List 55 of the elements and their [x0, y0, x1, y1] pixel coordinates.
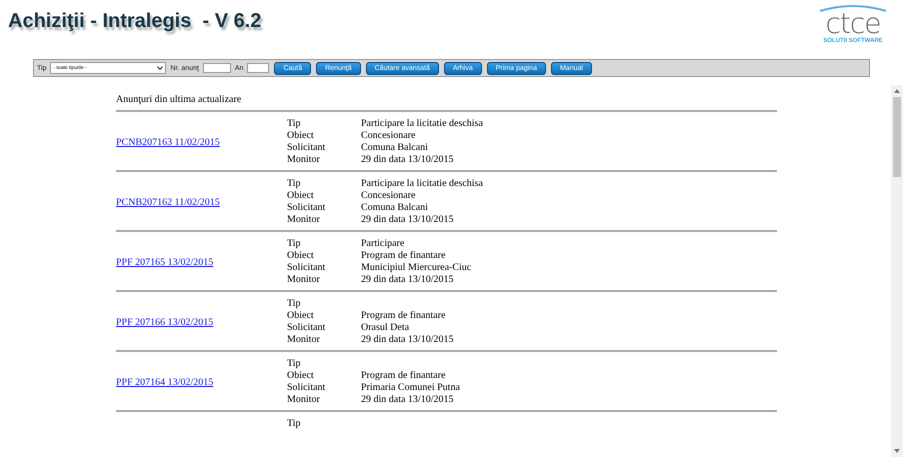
field-value: 29 din data 13/10/2015 — [361, 394, 454, 406]
field-value: 29 din data 13/10/2015 — [361, 334, 454, 346]
field-value: Program de finantare — [361, 250, 446, 262]
field-value: 29 din data 13/10/2015 — [361, 154, 454, 166]
field-label: Obiect — [287, 310, 315, 322]
field-label: Solicitant — [287, 262, 326, 274]
announcement-link[interactable]: PCNB207162 11/02/2015 — [116, 196, 220, 208]
field-value: Municipiul Miercurea-Ciuc — [361, 262, 472, 274]
field-label: Tip — [287, 178, 302, 190]
field-value: Comuna Balcani — [361, 202, 428, 214]
field-value: Participare la licitatie deschisa — [361, 118, 483, 130]
field-label: Obiect — [287, 190, 315, 202]
field-value: Comuna Balcani — [361, 142, 428, 154]
field-value: 29 din data 13/10/2015 — [361, 214, 454, 226]
field-label: Obiect — [287, 370, 315, 382]
field-value: Primaria Comunei Putna — [361, 382, 460, 394]
field-label: Tip — [287, 298, 302, 310]
field-label: Tip — [287, 418, 302, 430]
announcement-link[interactable]: PPF 207165 13/02/2015 — [116, 256, 214, 268]
scroll-up-icon[interactable] — [894, 89, 900, 93]
announcement-link[interactable]: PCNB207163 11/02/2015 — [116, 136, 220, 148]
field-value: Participare la licitatie deschisa — [361, 178, 483, 190]
announcement-link[interactable]: PPF 207166 13/02/2015 — [116, 316, 214, 328]
announcement-link[interactable]: PPF 207164 13/02/2015 — [116, 376, 214, 388]
scroll-down-icon[interactable] — [894, 449, 900, 453]
chevron-down-icon — [157, 66, 164, 70]
field-label: Solicitant — [287, 322, 326, 334]
field-label: Monitor — [287, 334, 321, 346]
field-label: Solicitant — [287, 142, 326, 154]
section-heading: Anunţuri din ultima actualizare — [116, 94, 777, 112]
field-label: Obiect — [287, 130, 315, 142]
field-label: Monitor — [287, 394, 321, 406]
scrollbar[interactable] — [891, 85, 903, 457]
field-label: Solicitant — [287, 382, 326, 394]
field-value: Concesionare — [361, 190, 416, 202]
app-title: Achiziţii - Intralegis - V 6.2 — [8, 10, 262, 33]
field-label: Monitor — [287, 154, 321, 166]
field-label: Tip — [287, 118, 302, 130]
number-field[interactable] — [202, 63, 231, 73]
field-label: Obiect — [287, 250, 315, 262]
scroll-thumb[interactable] — [893, 97, 901, 177]
field-label: Tip — [287, 238, 302, 250]
field-label: Monitor — [287, 214, 321, 226]
field-value: Participare — [361, 238, 404, 250]
field-label: Tip — [287, 358, 302, 370]
year-field[interactable] — [247, 63, 270, 73]
field-value: 29 din data 13/10/2015 — [361, 274, 454, 286]
field-value: Concesionare — [361, 130, 416, 142]
field-value: Program de finantare — [361, 370, 446, 382]
field-label: Solicitant — [287, 202, 326, 214]
logo-arc-icon — [818, 4, 888, 12]
field-value: Orasul Deta — [361, 322, 410, 334]
field-label: Monitor — [287, 274, 321, 286]
field-value: Program de finantare — [361, 310, 446, 322]
logo-wordmark: ctce — [826, 12, 880, 36]
